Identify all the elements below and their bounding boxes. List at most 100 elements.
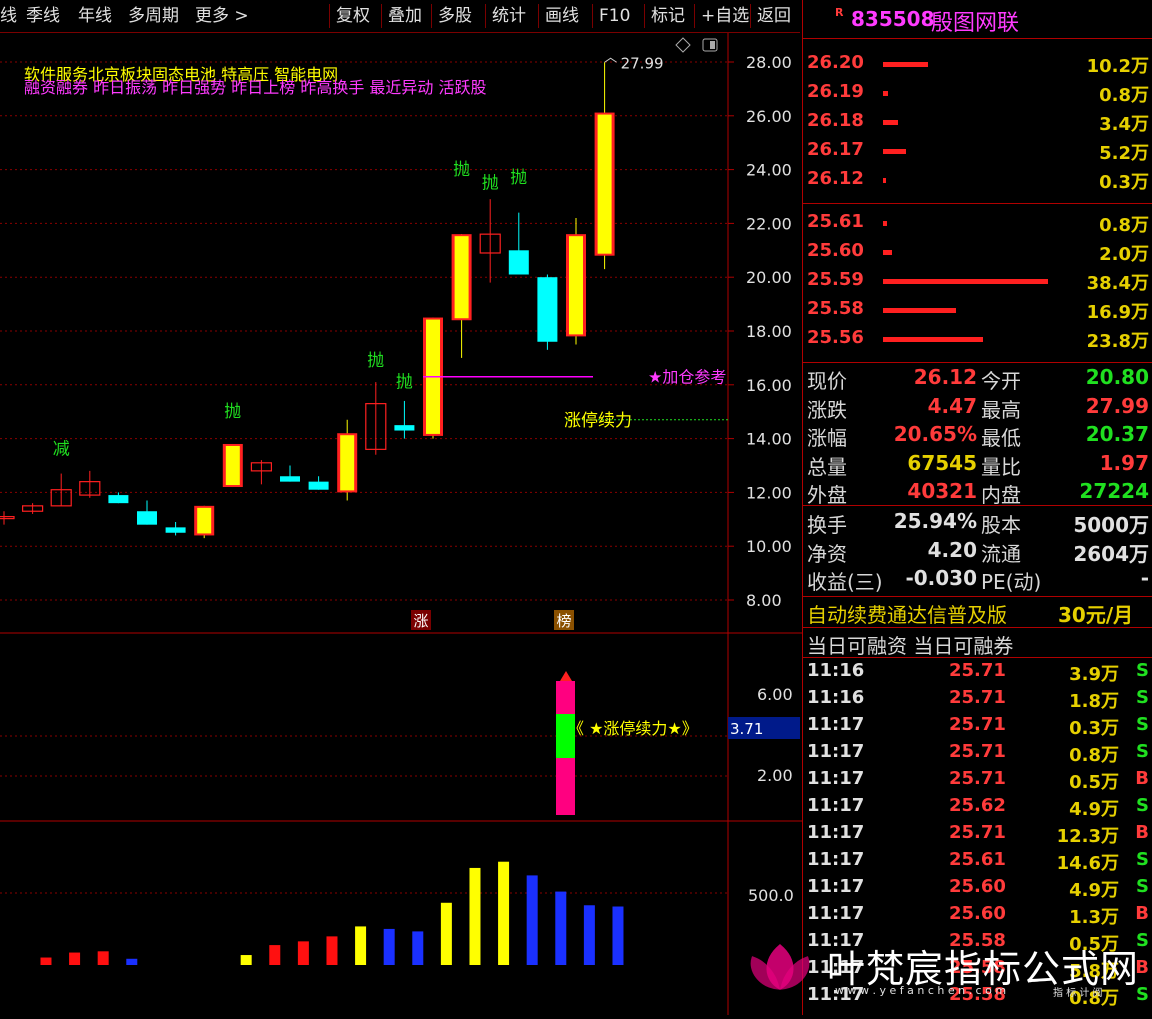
quote-value: 20.80 xyxy=(1085,365,1149,389)
fundamental-label: 股本 xyxy=(981,513,1021,537)
marker-zhang: 涨 xyxy=(413,612,428,630)
order-price: 25.56 xyxy=(807,327,864,348)
lotus-logo-icon xyxy=(750,944,810,990)
btn-add-watchlist[interactable]: +自选 xyxy=(694,4,749,28)
tab-quarter[interactable]: 季线 xyxy=(26,4,60,28)
volume-bar xyxy=(355,926,367,965)
order-volume-bar xyxy=(883,62,928,67)
btn-multi-stock[interactable]: 多股 xyxy=(431,4,472,28)
quote-value: 1.97 xyxy=(1099,450,1149,475)
ask-row[interactable]: 26.12 0.3万 xyxy=(803,166,1152,194)
watermark: 叶梵宸指标公式网 w w w . y e f a n c h e n . c o… xyxy=(745,938,1145,1008)
stock-header: R 835508 殷图网联 xyxy=(803,0,1152,39)
divider xyxy=(803,203,1152,204)
order-price: 25.58 xyxy=(807,298,864,319)
btn-restore-rights[interactable]: 复权 xyxy=(329,4,370,28)
btn-overlay[interactable]: 叠加 xyxy=(381,4,422,28)
fundamental-label: 流通 xyxy=(981,541,1021,566)
kline-chart[interactable]: 28.00 26.00 24.00 22.00 20.00 18.00 16.00 14.00… xyxy=(0,33,802,1015)
quote-value: 27224 xyxy=(1079,479,1149,503)
window-icon-fill xyxy=(710,41,715,49)
volume-bar xyxy=(469,867,481,965)
signal-label: 抛 xyxy=(510,168,527,188)
btn-mark[interactable]: 标记 xyxy=(644,4,685,28)
tick-side: S xyxy=(1136,876,1149,897)
tab-more[interactable]: 更多 > xyxy=(195,4,249,28)
indicator-axis-label: 6.00 xyxy=(757,685,793,704)
quote-value: 67545 xyxy=(907,450,977,475)
tick-side: B xyxy=(1135,903,1149,924)
tick-price: 25.60 xyxy=(949,876,1006,897)
btn-statistics[interactable]: 统计 xyxy=(485,4,526,28)
price-axis-label: 14.00 xyxy=(746,430,792,449)
stock-name: 殷图网联 xyxy=(931,11,1020,36)
tick-volume: 1.3万 xyxy=(1069,907,1119,928)
tab-day[interactable]: 线 xyxy=(0,4,17,28)
order-volume-bar xyxy=(883,221,887,226)
tick-volume: 1.8万 xyxy=(1069,691,1119,712)
stock-code: 835508 xyxy=(851,7,935,31)
indicator-value: 3.71 xyxy=(730,720,763,738)
volume-bar xyxy=(40,957,52,965)
indicator-label: 《 ★涨停续力★》 xyxy=(568,719,698,738)
quote-row: 涨跌 4.47 最高 27.99 xyxy=(803,393,1152,422)
ask-row[interactable]: 26.19 0.8万 xyxy=(803,79,1152,107)
tick-price: 25.71 xyxy=(949,822,1006,843)
promo-banner[interactable]: 自动续费通达信普及版 30元/月 xyxy=(803,598,1152,627)
ask-row[interactable]: 26.20 10.2万 xyxy=(803,50,1152,78)
bid-row[interactable]: 25.59 38.4万 xyxy=(803,267,1152,295)
tick-time: 11:16 xyxy=(807,660,865,681)
price-axis-label: 26.00 xyxy=(746,107,792,126)
order-volume-bar xyxy=(883,337,983,342)
volume-bar xyxy=(297,941,309,965)
indicator-bar-top xyxy=(556,681,575,714)
tab-year[interactable]: 年线 xyxy=(78,4,112,28)
volume-bar xyxy=(612,906,624,965)
fundamental-label: 净资 xyxy=(807,541,847,566)
tick-row: 11:17 25.60 4.9万 S xyxy=(803,876,1152,903)
volume-bar xyxy=(326,936,338,965)
order-price: 25.60 xyxy=(807,240,864,261)
tick-price: 25.71 xyxy=(949,687,1006,708)
tick-side: B xyxy=(1135,768,1149,789)
bid-row[interactable]: 25.58 16.9万 xyxy=(803,296,1152,324)
bid-row[interactable]: 25.56 23.8万 xyxy=(803,325,1152,353)
volume-bar xyxy=(240,955,252,965)
quote-label: 外盘 xyxy=(807,483,847,507)
order-price: 26.17 xyxy=(807,139,864,160)
tick-price: 25.61 xyxy=(949,849,1006,870)
tick-side: S xyxy=(1136,849,1149,870)
ask-row[interactable]: 26.17 5.2万 xyxy=(803,137,1152,165)
stock-badge: R xyxy=(835,6,844,19)
quote-label: 量比 xyxy=(981,454,1021,479)
kline-chart-area[interactable]: 28.00 26.00 24.00 22.00 20.00 18.00 16.00 14.00… xyxy=(0,33,802,1015)
candle-body xyxy=(137,511,157,525)
volume-axis-label: 500.0 xyxy=(748,886,794,905)
signal-label: 抛 xyxy=(396,372,413,392)
tick-time: 11:17 xyxy=(807,741,865,762)
quote-label: 涨跌 xyxy=(807,397,847,422)
ask-row[interactable]: 26.18 3.4万 xyxy=(803,108,1152,136)
tick-side: S xyxy=(1136,714,1149,735)
tick-row: 11:17 25.71 0.8万 S xyxy=(803,741,1152,768)
tab-multi-period[interactable]: 多周期 xyxy=(128,4,179,28)
order-volume-bar xyxy=(883,91,888,96)
volume-bar xyxy=(97,951,109,965)
add-position-annotation: ★加仓参考 xyxy=(648,368,726,387)
quote-row: 外盘 40321 内盘 27224 xyxy=(803,478,1152,507)
bid-row[interactable]: 25.60 2.0万 xyxy=(803,238,1152,266)
btn-draw-line[interactable]: 画线 xyxy=(538,4,579,28)
order-price: 26.20 xyxy=(807,52,864,73)
fundamental-value: 4.20 xyxy=(927,537,977,562)
btn-f10[interactable]: F10 xyxy=(592,4,630,28)
tick-time: 11:17 xyxy=(807,714,865,735)
order-volume: 0.3万 xyxy=(1099,172,1149,193)
signal-label: 抛 xyxy=(482,173,499,193)
quote-label: 今开 xyxy=(981,369,1021,393)
bid-row[interactable]: 25.61 0.8万 xyxy=(803,209,1152,237)
quote-label: 最低 xyxy=(981,426,1021,450)
quote-value: 27.99 xyxy=(1085,393,1149,418)
order-price: 25.61 xyxy=(807,211,864,232)
btn-back[interactable]: 返回 xyxy=(750,4,791,28)
price-axis-label: 22.00 xyxy=(746,214,792,233)
